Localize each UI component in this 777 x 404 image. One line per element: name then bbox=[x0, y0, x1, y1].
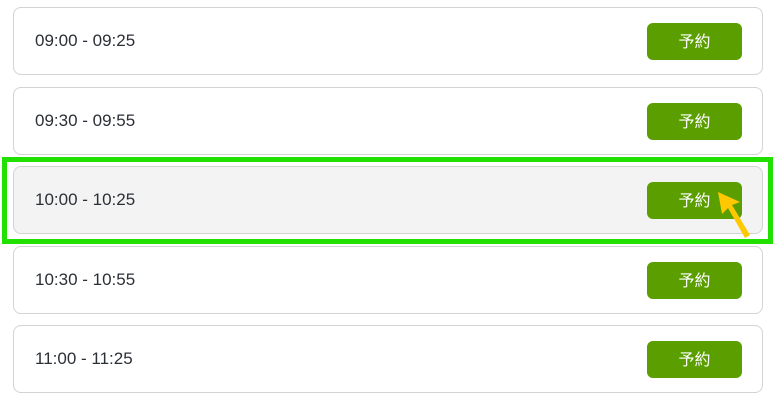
reserve-button[interactable]: 予約 bbox=[647, 341, 742, 378]
time-slot-row: 09:00 - 09:25 予約 bbox=[13, 7, 763, 75]
reserve-button[interactable]: 予約 bbox=[647, 23, 742, 60]
reserve-button[interactable]: 予約 bbox=[647, 103, 742, 140]
time-slot-row: 10:30 - 10:55 予約 bbox=[13, 246, 763, 314]
time-slot-list: 09:00 - 09:25 予約 09:30 - 09:55 予約 10:00 … bbox=[0, 0, 777, 404]
time-slot-label: 10:30 - 10:55 bbox=[35, 270, 136, 289]
time-slot-label: 10:00 - 10:25 bbox=[35, 190, 136, 209]
time-slot-row: 09:30 - 09:55 予約 bbox=[13, 87, 763, 155]
time-slot-label: 09:30 - 09:55 bbox=[35, 111, 136, 130]
time-slot-label: 09:00 - 09:25 bbox=[35, 31, 136, 50]
reserve-button[interactable]: 予約 bbox=[647, 262, 742, 299]
reserve-button[interactable]: 予約 bbox=[647, 182, 742, 219]
time-slot-row: 11:00 - 11:25 予約 bbox=[13, 325, 763, 393]
time-slot-row-selected: 10:00 - 10:25 予約 bbox=[13, 166, 763, 234]
time-slot-label: 11:00 - 11:25 bbox=[35, 349, 133, 368]
